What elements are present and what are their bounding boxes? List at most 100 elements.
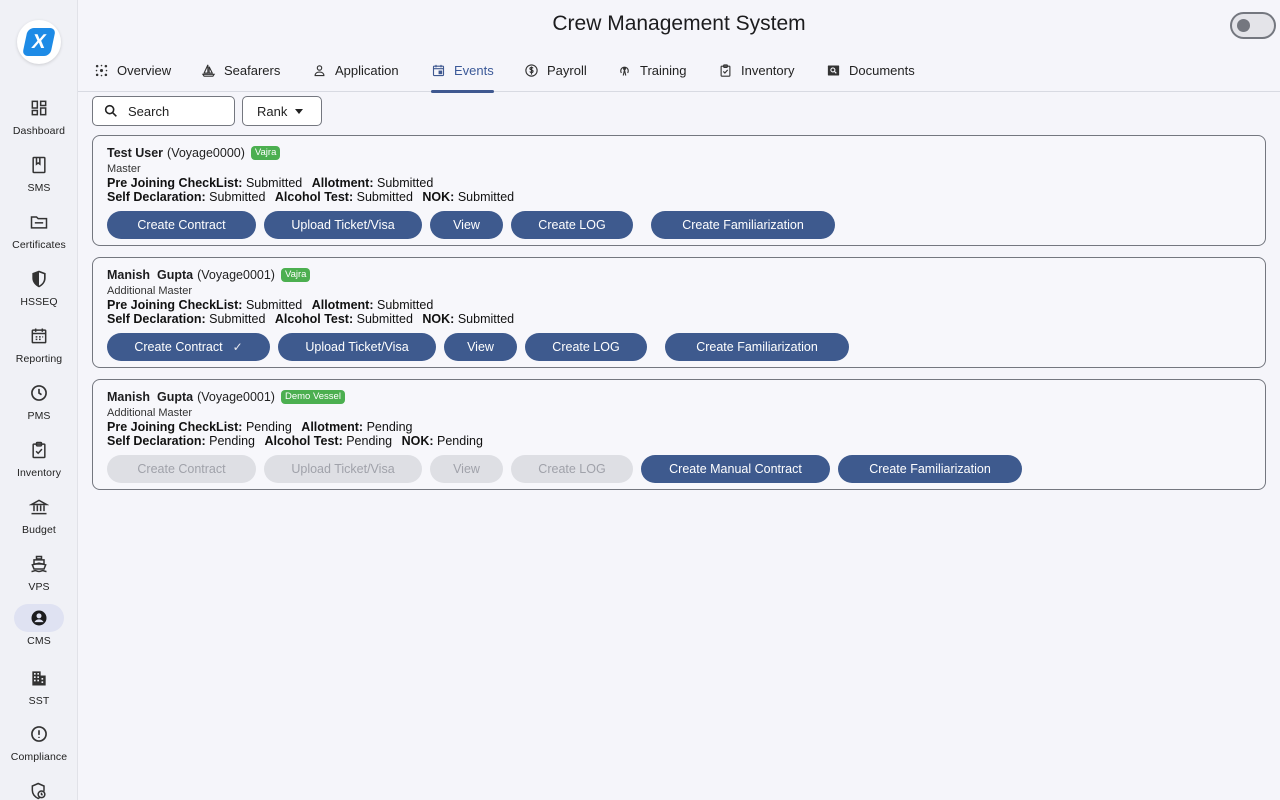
tab-events[interactable]: Events [431, 48, 494, 93]
bank-icon [14, 493, 64, 521]
allotment-value: Submitted [377, 298, 434, 312]
crew-header: Manish Gupta (Voyage0001) Demo Vessel [107, 390, 345, 404]
allotment-label: Allotment: [311, 298, 374, 312]
crew-rank: Master [107, 163, 141, 175]
create-familiarization-button[interactable]: Create Familiarization [651, 211, 835, 239]
sidebar-item-reporting[interactable]: Reporting [0, 322, 78, 374]
sidebar-item-pms[interactable]: PMS [0, 379, 78, 431]
sidebar-item-budget[interactable]: Budget [0, 493, 78, 545]
status-line: Pre Joining CheckList: Pending Allotment… [107, 420, 412, 434]
sailboat-icon [201, 64, 216, 77]
calendar-icon [14, 322, 64, 350]
allotment-label: Allotment: [311, 176, 374, 190]
self-declaration-value: Pending [209, 434, 255, 448]
tab-label: Events [454, 62, 494, 78]
tab-inventory[interactable]: Inventory [718, 48, 794, 92]
voyage-id: (Voyage0001) [197, 268, 275, 282]
book-icon [14, 151, 64, 179]
create-log-button[interactable]: Create LOG [525, 333, 647, 361]
create-log-button[interactable]: Create LOG [511, 211, 633, 239]
search-input[interactable] [128, 103, 223, 119]
self-declaration-value: Submitted [209, 190, 266, 204]
event-card: Manish Gupta (Voyage0001) Vajra Addition… [92, 257, 1266, 368]
dashboard-icon [14, 94, 64, 122]
tab-documents[interactable]: Documents [826, 48, 915, 92]
crew-header: Manish Gupta (Voyage0001) Vajra [107, 268, 311, 282]
tab-label: Payroll [547, 62, 587, 78]
sidebar: X Dashboard SMS Certificates HSSEQ Repor… [0, 0, 78, 800]
view-button[interactable]: View [444, 333, 517, 361]
rank-dropdown[interactable]: Rank [242, 96, 322, 126]
shield-clock-icon [14, 777, 64, 800]
caret-down-icon [295, 108, 304, 114]
inventory-icon [720, 63, 731, 77]
sidebar-item-dashboard[interactable]: Dashboard [0, 94, 78, 146]
alcohol-test-label: Alcohol Test: [274, 190, 354, 204]
nok-value: Pending [437, 434, 483, 448]
status-line: Pre Joining CheckList: Submitted Allotme… [107, 176, 433, 190]
tab-training[interactable]: Training [617, 48, 686, 92]
tab-seafarers[interactable]: Seafarers [201, 48, 280, 92]
tab-bar: Overview Seafarers Application Events Pa… [78, 48, 1280, 93]
sidebar-item-label: Certificates [12, 239, 66, 251]
sidebar-item-label: HSSEQ [20, 296, 58, 308]
crew-name: Manish Gupta [107, 268, 194, 282]
sidebar-item-vps[interactable]: VPS [0, 550, 78, 602]
nok-value: Submitted [457, 312, 515, 326]
create-familiarization-button[interactable]: Create Familiarization [665, 333, 849, 361]
sidebar-item-label: VPS [28, 581, 50, 593]
create-contract-button[interactable]: Create Contract [107, 211, 256, 239]
tab-label: Seafarers [224, 62, 281, 78]
sidebar-item-inventory[interactable]: Inventory [0, 436, 78, 488]
pre-joining-label: Pre Joining CheckList: [107, 420, 243, 434]
view-button: View [430, 455, 503, 483]
app-logo[interactable]: X [17, 20, 61, 64]
checkmark-icon: ✓ [232, 340, 243, 354]
account-circle-icon [14, 604, 64, 632]
sidebar-item-hsseq[interactable]: HSSEQ [0, 265, 78, 317]
sidebar-item-sms[interactable]: SMS [0, 151, 78, 203]
person-icon [314, 64, 325, 76]
self-declaration-label: Self Declaration: [107, 434, 206, 448]
sidebar-item-cms[interactable]: CMS [0, 604, 78, 656]
tab-application[interactable]: Application [312, 48, 399, 92]
tab-payroll[interactable]: Payroll [524, 48, 587, 92]
create-manual-contract-button[interactable]: Create Manual Contract [641, 455, 830, 483]
create-contract-button[interactable]: Create Contract ✓ [107, 333, 270, 361]
pre-joining-value: Pending [245, 420, 292, 434]
upload-ticket-visa-button[interactable]: Upload Ticket/Visa [264, 211, 422, 239]
document-search-icon [827, 65, 840, 75]
tab-overview[interactable]: Overview [94, 48, 171, 92]
sidebar-item-label: Compliance [10, 751, 68, 763]
alert-circle-icon [14, 720, 64, 748]
create-familiarization-button[interactable]: Create Familiarization [838, 455, 1022, 483]
sidebar-item-compliance[interactable]: Compliance [0, 720, 78, 772]
sidebar-item-sst[interactable]: SST [0, 664, 78, 716]
status-line: Self Declaration: Submitted Alcohol Test… [107, 312, 514, 326]
sidebar-item-label: Inventory [16, 467, 62, 479]
pre-joining-label: Pre Joining CheckList: [107, 298, 243, 312]
crew-rank: Additional Master [107, 285, 192, 297]
training-icon [620, 66, 629, 76]
sidebar-item-certificates[interactable]: Certificates [0, 208, 78, 260]
theme-toggle[interactable] [1230, 12, 1276, 39]
button-label: Create Contract [134, 340, 223, 354]
shield-icon [14, 265, 64, 293]
nok-label: NOK: [422, 190, 455, 204]
self-declaration-label: Self Declaration: [107, 190, 206, 204]
building-icon [14, 664, 64, 692]
upload-ticket-visa-button: Upload Ticket/Visa [264, 455, 422, 483]
sidebar-item-more[interactable] [0, 777, 78, 800]
allotment-value: Pending [366, 420, 413, 434]
search-box[interactable] [92, 96, 235, 126]
tab-label: Application [335, 62, 399, 78]
pre-joining-value: Submitted [245, 176, 303, 190]
folder-icon [14, 208, 64, 236]
event-card: Manish Gupta (Voyage0001) Demo Vessel Ad… [92, 379, 1266, 490]
toggle-knob [1237, 19, 1250, 32]
dollar-icon [525, 63, 538, 77]
view-button[interactable]: View [430, 211, 503, 239]
page-title: Crew Management System [552, 12, 806, 35]
upload-ticket-visa-button[interactable]: Upload Ticket/Visa [278, 333, 436, 361]
sidebar-item-label: SST [28, 695, 50, 707]
